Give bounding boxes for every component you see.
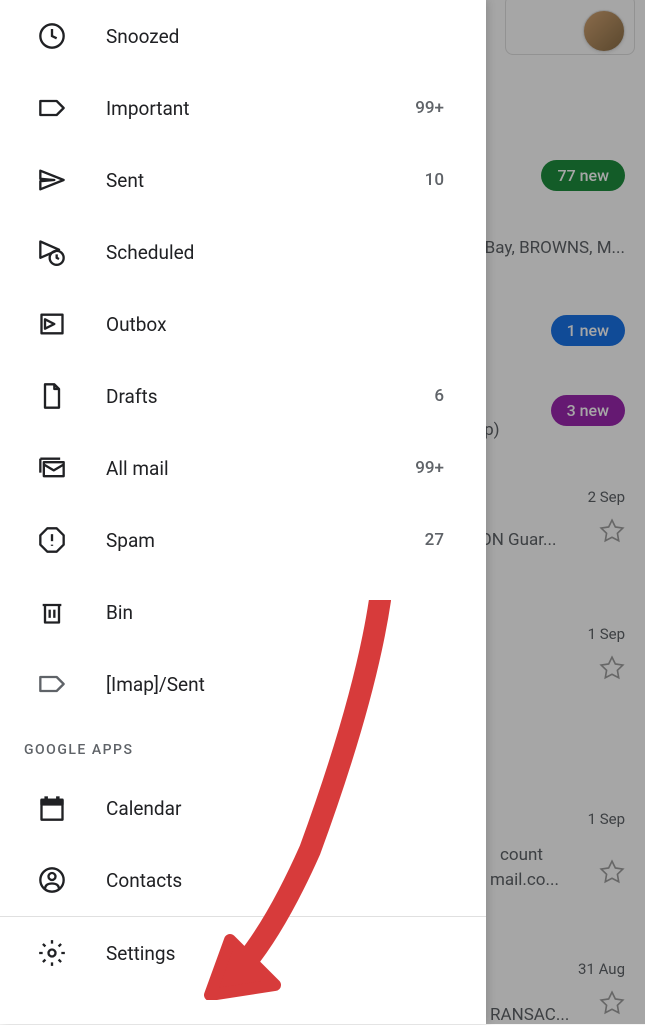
nav-count: 10	[425, 170, 462, 190]
email-preview-text: ON Guar...	[480, 530, 556, 550]
star-outline-icon[interactable]	[599, 990, 625, 1016]
nav-label: Settings	[106, 942, 462, 965]
trash-icon	[38, 598, 66, 626]
navigation-drawer: Snoozed Important 99+ Sent 10 Scheduled …	[0, 0, 486, 1024]
email-date: 1 Sep	[588, 810, 625, 828]
outbox-icon	[38, 310, 66, 338]
nav-item-spam[interactable]: Spam 27	[0, 504, 486, 576]
email-date: 1 Sep	[588, 625, 625, 643]
file-icon	[38, 382, 66, 410]
nav-label: Scheduled	[106, 241, 444, 264]
nav-count: 27	[425, 530, 462, 550]
section-header-google-apps: GOOGLE APPS	[0, 720, 486, 772]
star-outline-icon[interactable]	[599, 655, 625, 681]
email-preview-text: mail.co...	[490, 870, 559, 890]
star-outline-icon[interactable]	[599, 859, 625, 885]
nav-count: 6	[434, 386, 462, 406]
nav-item-scheduled[interactable]: Scheduled	[0, 216, 486, 288]
nav-label: [Imap]/Sent	[106, 673, 444, 696]
scheduled-icon	[38, 238, 66, 266]
nav-item-calendar[interactable]: Calendar	[0, 772, 486, 844]
nav-label: Bin	[106, 601, 444, 624]
nav-item-snoozed[interactable]: Snoozed	[0, 0, 486, 72]
email-preview-text: Bay, BROWNS, M...	[485, 238, 625, 258]
nav-count: 99+	[415, 458, 462, 478]
nav-item-important[interactable]: Important 99+	[0, 72, 486, 144]
nav-item-contacts[interactable]: Contacts	[0, 844, 486, 916]
badge-new: 1 new	[551, 315, 625, 346]
contacts-icon	[38, 866, 66, 894]
email-preview-text: count	[500, 845, 543, 865]
badge-new: 3 new	[551, 395, 625, 426]
gear-icon	[38, 939, 66, 967]
nav-label: Spam	[106, 529, 425, 552]
calendar-icon	[38, 794, 66, 822]
nav-item-outbox[interactable]: Outbox	[0, 288, 486, 360]
stacked-mail-icon	[38, 454, 66, 482]
spam-icon	[38, 526, 66, 554]
nav-item-settings[interactable]: Settings	[0, 917, 486, 989]
email-date: 31 Aug	[578, 960, 625, 978]
send-icon	[38, 166, 66, 194]
nav-item-allmail[interactable]: All mail 99+	[0, 432, 486, 504]
nav-item-imap-sent[interactable]: [Imap]/Sent	[0, 648, 486, 720]
nav-label: Sent	[106, 169, 425, 192]
nav-label: Calendar	[106, 797, 462, 820]
nav-count: 99+	[415, 98, 462, 118]
nav-item-sent[interactable]: Sent 10	[0, 144, 486, 216]
email-date: 2 Sep	[588, 488, 625, 506]
nav-item-drafts[interactable]: Drafts 6	[0, 360, 486, 432]
nav-label: Snoozed	[106, 25, 444, 48]
label-icon	[38, 670, 66, 698]
nav-label: Outbox	[106, 313, 444, 336]
nav-label: Important	[106, 97, 415, 120]
badge-new: 77 new	[541, 160, 625, 191]
clock-icon	[38, 22, 66, 50]
nav-item-bin[interactable]: Bin	[0, 576, 486, 648]
star-outline-icon[interactable]	[599, 518, 625, 544]
nav-label: Drafts	[106, 385, 434, 408]
nav-label: Contacts	[106, 869, 462, 892]
email-preview-text: RANSAC...	[490, 1005, 569, 1025]
important-icon	[38, 94, 66, 122]
avatar[interactable]	[583, 10, 625, 52]
nav-label: All mail	[106, 457, 415, 480]
